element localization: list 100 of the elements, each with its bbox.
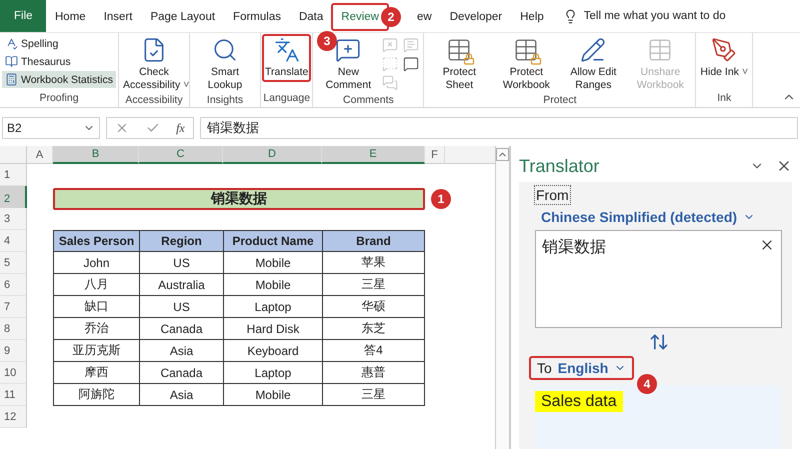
source-language-dropdown[interactable]: Chinese Simplified (detected) [535, 204, 762, 230]
table-cell: 三星 [322, 274, 425, 296]
table-cell: Canada [139, 318, 223, 340]
table-header-cell: Brand [322, 230, 425, 252]
table-cell: Keyboard [223, 340, 322, 362]
ribbon-command[interactable]: Hide Ink ˅ [698, 35, 750, 81]
row-header[interactable]: 6 [0, 274, 27, 296]
table-cell: US [139, 296, 223, 318]
group-label: Ink [716, 92, 732, 106]
table-cell: Mobile [223, 274, 322, 296]
table-header-cell: Product Name [223, 230, 322, 252]
ribbon-tab[interactable]: Page Layout [141, 4, 224, 30]
sheet-lock-icon [513, 37, 540, 63]
ribbon-tab[interactable]: Insert [94, 4, 142, 30]
column-header[interactable]: D [223, 146, 322, 164]
table-header-cell: Sales Person [53, 230, 139, 252]
swap-icon[interactable] [648, 332, 668, 352]
group-label: Accessibility [124, 94, 184, 107]
vertical-scrollbar[interactable] [495, 146, 510, 449]
table-cell: 东芝 [322, 318, 425, 340]
group-label: Proofing [38, 92, 80, 106]
ribbon-tab[interactable]: Data [290, 4, 332, 30]
table-cell: 阿旃陀 [53, 384, 139, 406]
ribbon-tab[interactable]: File [0, 0, 46, 32]
column-header[interactable]: E [322, 146, 425, 164]
translated-text: Sales data [535, 391, 623, 412]
title-cell: 销渠数据 [53, 188, 425, 210]
row-header[interactable]: 7 [0, 296, 27, 318]
table-cell: 答4 [322, 340, 425, 362]
ribbon-command[interactable]: Translate [263, 35, 310, 81]
spellcheck-icon [5, 37, 18, 50]
formula-field[interactable]: 销渠数据 [200, 117, 798, 139]
group-label: Language [263, 92, 310, 106]
table-cell: 八月 [53, 274, 139, 296]
insert-function-button[interactable]: fx [176, 120, 185, 136]
row-header[interactable]: 4 [0, 230, 27, 252]
pen-icon [711, 37, 738, 63]
ribbon-tab[interactable]: Help [511, 4, 553, 30]
row-header[interactable]: 8 [0, 318, 27, 340]
row-header[interactable]: 12 [0, 406, 27, 428]
ribbon-command[interactable]: Smart Lookup [192, 35, 258, 94]
table-cell: 三星 [322, 384, 425, 406]
header-strip [445, 146, 495, 164]
ribbon-tab[interactable]: Developer [440, 4, 512, 30]
row-header[interactable]: 5 [0, 252, 27, 274]
table-cell: 缺口 [53, 296, 139, 318]
row-header[interactable]: 3 [0, 208, 27, 230]
callout-badge: 3 [317, 31, 337, 51]
book-icon [5, 55, 18, 68]
search-icon [212, 37, 238, 63]
group-label: Comments [342, 94, 395, 107]
table-cell: 乔治 [53, 318, 139, 340]
table-cell: Mobile [223, 384, 322, 406]
source-text-field[interactable]: 销渠数据 [535, 230, 782, 328]
table-cell: Australia [139, 274, 223, 296]
table-cell: Laptop [223, 296, 322, 318]
table-cell: Laptop [223, 362, 322, 384]
row-header[interactable]: 1 [0, 164, 27, 186]
table-cell: Mobile [223, 252, 322, 274]
table-icon [647, 37, 674, 63]
table-cell: 苹果 [322, 252, 425, 274]
ribbon-tab[interactable]: ew [408, 4, 441, 30]
table-cell: Hard Disk [223, 318, 322, 340]
column-header[interactable]: C [139, 146, 223, 164]
tell-me-search[interactable]: Tell me what you want to do [584, 10, 726, 22]
row-header[interactable]: 9 [0, 340, 27, 362]
table-cell: 摩西 [53, 362, 139, 384]
target-language-selector[interactable]: To English [529, 356, 634, 380]
row-header[interactable]: 11 [0, 384, 27, 406]
ribbon-tab[interactable]: Home [46, 4, 95, 30]
table-cell: 惠普 [322, 362, 425, 384]
table-cell: US [139, 252, 223, 274]
table-cell: John [53, 252, 139, 274]
table-cell: Asia [139, 340, 223, 362]
ribbon-command[interactable]: Thesaurus [2, 53, 116, 70]
ribbon-command[interactable]: Protect Workbook [493, 35, 560, 94]
table-cell: Asia [139, 384, 223, 406]
ribbon-command[interactable]: Spelling [2, 35, 116, 52]
column-header[interactable]: A [27, 146, 53, 164]
row-header[interactable]: 10 [0, 362, 27, 384]
table-cell: 亚历克斯 [53, 340, 139, 362]
sheet-lock-icon [446, 37, 472, 63]
group-label: Insights [206, 94, 244, 107]
translate-icon [274, 37, 300, 63]
column-header[interactable]: B [53, 146, 139, 164]
from-label: From [535, 186, 570, 204]
table-cell: Canada [139, 362, 223, 384]
ribbon-command[interactable]: Allow Edit Ranges [560, 35, 626, 94]
name-box[interactable]: B2 [2, 117, 100, 139]
pane-title: Translator [519, 156, 600, 176]
table-cell: 华硕 [322, 296, 425, 318]
ribbon-command[interactable]: Check Accessibility ˅ [121, 35, 188, 94]
table-header-cell: Region [139, 230, 223, 252]
ribbon-command[interactable]: Workbook Statistics [2, 71, 116, 88]
ribbon-command[interactable]: Protect Sheet [426, 35, 492, 94]
pencil-icon [580, 37, 606, 63]
column-header[interactable]: F [425, 146, 445, 164]
ribbon-tab[interactable]: Formulas [224, 4, 290, 30]
comment-plus-icon [335, 37, 362, 63]
callout-badge: 1 [431, 189, 451, 209]
